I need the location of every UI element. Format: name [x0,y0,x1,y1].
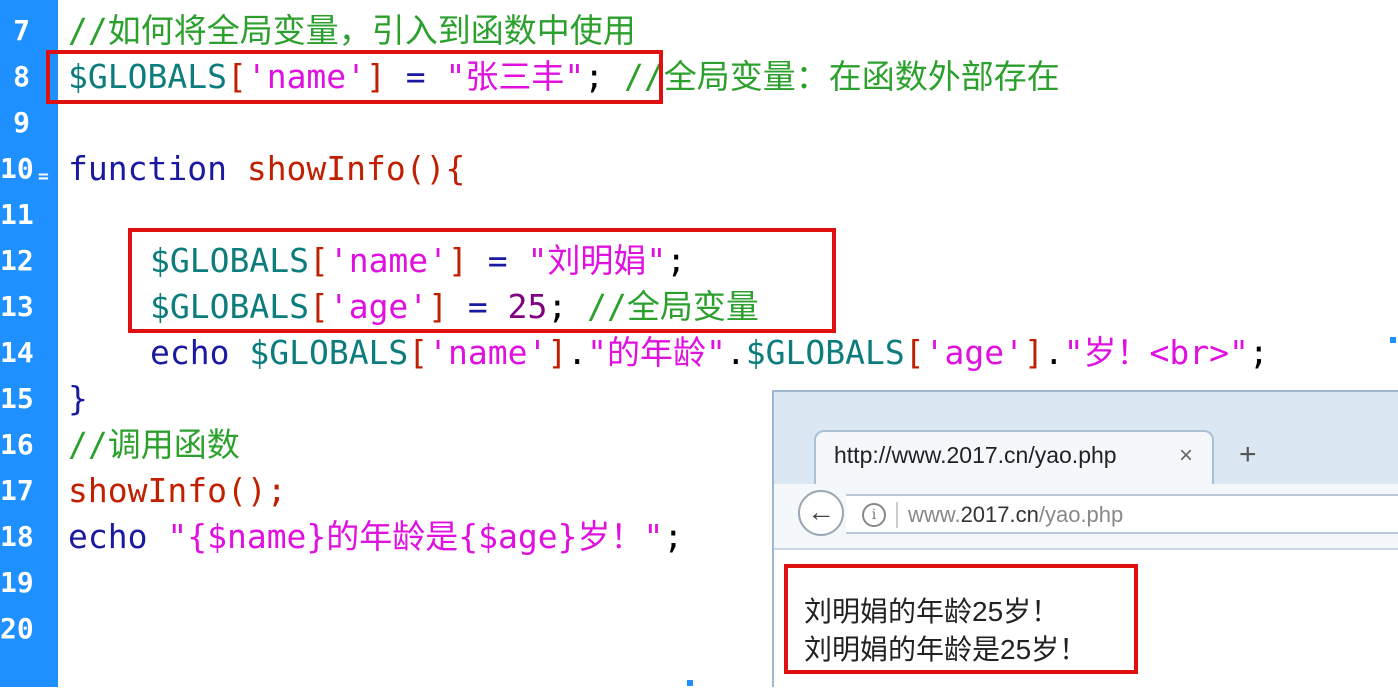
code-token: $GLOBALS [229,333,409,372]
fold-toggle-icon[interactable]: = [38,168,52,186]
code-token: 'name' [428,333,548,372]
code-token: "{$name}的年龄是{$age}岁！" [147,517,664,556]
code-token: ] [1023,333,1044,372]
code-token: $GLOBALS [745,333,905,372]
tab-title: http://www.2017.cn/yao.php [834,442,1117,468]
code-line-17: showInfo(); [68,468,287,514]
code-token: . [567,333,588,372]
highlight-box [784,564,1138,674]
highlight-box [128,228,836,333]
code-token: (); [226,471,287,510]
line-number: 8 [13,60,30,93]
code-token: ; [1248,333,1269,372]
address-bar[interactable]: i www.2017.cn/yao.php [846,494,1398,534]
code-token: echo [150,333,230,372]
line-number: 18 [0,520,34,553]
close-icon[interactable]: × [1179,442,1193,470]
code-line-15: } [68,379,88,418]
url-prefix: www. [908,502,961,527]
back-arrow-icon: ← [807,496,835,527]
code-line-18: echo "{$name}的年龄是{$age}岁！"; [68,514,683,560]
new-tab-icon[interactable]: + [1239,438,1257,472]
browser-tab[interactable]: http://www.2017.cn/yao.php × [814,430,1214,486]
url-path: /yao.php [1038,502,1124,527]
resize-handle[interactable] [687,680,693,686]
code-line-10: function showInfo(){ [68,146,465,192]
code-token: //全局变量：在函数外部存在 [604,57,1060,96]
code-token: showInfo [226,149,406,188]
code-token: ; [663,517,684,556]
line-number: 10 [0,152,34,185]
code-token: . [725,333,746,372]
resize-handle[interactable] [1390,337,1396,343]
line-number: 9 [13,106,30,139]
info-icon[interactable]: i [862,503,886,527]
code-token: echo [68,517,148,556]
url-separator [896,502,898,528]
code-token: [ [408,333,429,372]
line-number: 14 [0,336,34,369]
line-number: 12 [0,244,34,277]
line-number: 11 [0,198,34,231]
code-token: 'age' [924,333,1024,372]
url-text: www.2017.cn/yao.php [908,502,1123,528]
code-token: ] [547,333,568,372]
tab-strip: http://www.2017.cn/yao.php × + [774,392,1398,486]
code-token: . [1043,333,1064,372]
code-token: function [68,149,227,188]
line-number: 16 [0,428,34,461]
code-token: (){ [405,149,466,188]
navigation-toolbar: i www.2017.cn/yao.php ← [774,484,1398,550]
code-token: [ [904,333,925,372]
code-token: "岁！<br>" [1063,333,1249,372]
code-line-14: echo $GLOBALS['name']."的年龄".$GLOBALS['ag… [150,330,1269,376]
code-token: showInfo [68,471,227,510]
highlight-box [46,50,663,104]
back-button[interactable]: ← [798,490,844,536]
code-comment-line: //如何将全局变量，引入到函数中使用 [68,11,636,50]
line-number: 15 [0,382,34,415]
line-number: 19 [0,566,34,599]
line-number: 7 [13,14,30,47]
line-number: 13 [0,290,34,323]
line-number: 17 [0,474,34,507]
url-host: 2017.cn [960,502,1039,527]
line-number: 20 [0,612,34,645]
code-token: "的年龄" [587,333,726,372]
code-comment-line: //调用函数 [68,425,240,464]
